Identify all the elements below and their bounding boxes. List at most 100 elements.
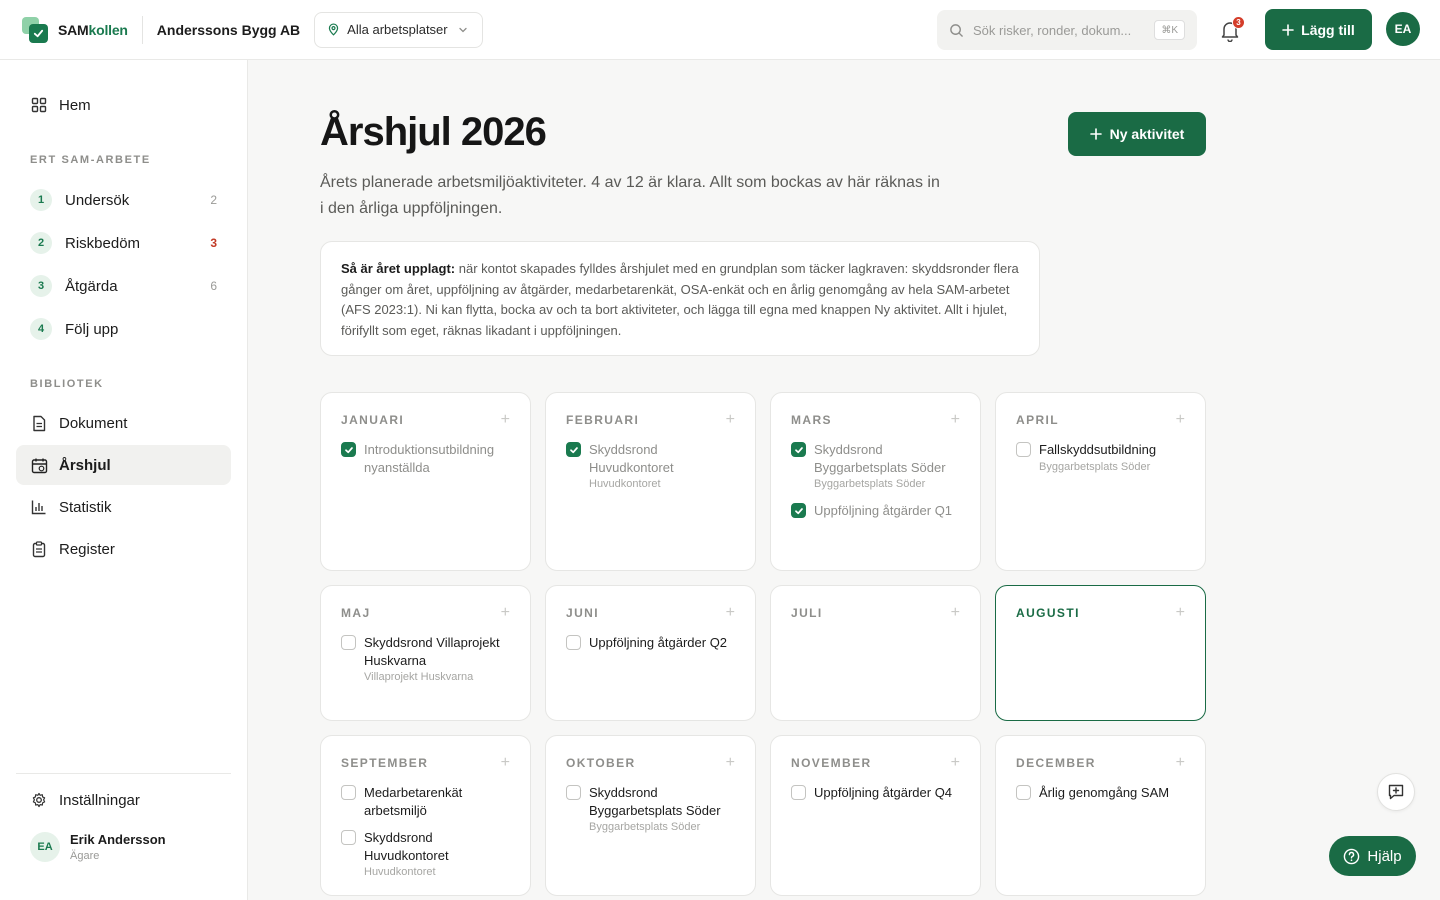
divider [16,773,231,774]
gear-icon [30,791,48,809]
sidebar-item-undersok[interactable]: 1 Undersök 2 [16,180,231,220]
workplace-select[interactable]: Alla arbetsplatser [314,11,483,48]
activity-item[interactable]: Uppföljning åtgärder Q1 [791,502,960,520]
sidebar-item-label: Register [59,540,115,558]
document-icon [30,414,48,432]
activity-checkbox[interactable] [341,785,356,800]
add-button-label: Lägg till [1301,21,1355,38]
sidebar-item-folj-upp[interactable]: 4 Följ upp [16,309,231,349]
activity-checkbox[interactable] [1016,442,1031,457]
activity-location: Huvudkontoret [589,478,661,490]
location-pin-icon [328,23,339,36]
add-activity-plus-icon[interactable]: + [501,755,510,771]
sidebar-item-register[interactable]: Register [16,529,231,569]
activity-item[interactable]: Fallskyddsutbildning Byggarbetsplats Söde… [1016,441,1185,475]
add-activity-plus-icon[interactable]: + [951,412,960,428]
activity-item[interactable]: Medarbetarenkät arbetsmiljö [341,784,510,819]
step-count: 2 [210,193,217,207]
activity-title: Fallskyddsutbildning [1039,442,1157,457]
month-card: DECEMBER + Årlig genomgång SAM [995,735,1206,896]
activity-checkbox[interactable] [341,635,356,650]
month-header: NOVEMBER + [791,755,960,771]
month-name: SEPTEMBER [341,756,429,770]
add-activity-plus-icon[interactable]: + [1176,412,1185,428]
activity-checkbox[interactable] [1016,785,1031,800]
add-activity-plus-icon[interactable]: + [1176,755,1185,771]
month-name: OKTOBER [566,756,636,770]
help-label: Hjälp [1367,847,1402,865]
activity-checkbox[interactable] [566,442,581,457]
new-activity-label: Ny aktivitet [1109,126,1185,142]
add-activity-plus-icon[interactable]: + [501,605,510,621]
add-activity-plus-icon[interactable]: + [501,412,510,428]
sidebar-item-atgarda[interactable]: 3 Åtgärda 6 [16,266,231,306]
activity-item[interactable]: Skyddsrond Villaprojekt Huskvarna Villapr… [341,634,510,685]
new-activity-button[interactable]: Ny aktivitet [1068,112,1206,156]
activity-title: Skyddsrond Villaprojekt Huskvarna [364,635,500,668]
user-avatar[interactable]: EA [1386,12,1420,46]
sidebar-item-riskbedom[interactable]: 2 Riskbedöm 3 [16,223,231,263]
activity-title: Medarbetarenkät arbetsmiljö [364,785,463,818]
activity-title: Skyddsrond Huvudkontoret [589,442,674,475]
activity-item[interactable]: Skyddsrond Byggarbetsplats Söder Byggarbe… [791,441,960,492]
activity-item[interactable]: Skyddsrond Huvudkontoret Huvudkontoret [566,441,735,492]
activity-item[interactable]: Uppföljning åtgärder Q4 [791,784,960,802]
user-role: Ägare [70,850,100,862]
feedback-button[interactable] [1377,773,1415,811]
workplace-select-value: Alla arbetsplatser [347,22,448,37]
add-activity-plus-icon[interactable]: + [726,412,735,428]
month-name: DECEMBER [1016,756,1096,770]
activity-title: Skyddsrond Byggarbetsplats Söder [814,442,946,475]
month-card: JANUARI + Introduktionsutbildning nyanstäl… [320,392,531,571]
search-box[interactable]: ⌘K [937,10,1197,50]
activity-checkbox[interactable] [791,503,806,518]
activity-checkbox[interactable] [791,442,806,457]
activity-title: Uppföljning åtgärder Q4 [814,785,953,800]
search-input[interactable] [973,22,1143,38]
activity-checkbox[interactable] [791,785,806,800]
sidebar-item-home[interactable]: Hem [16,85,231,125]
sidebar-item-dokument[interactable]: Dokument [16,403,231,443]
sidebar-item-label: Åtgärda [65,277,118,295]
month-card: OKTOBER + Skyddsrond Byggarbetsplats Söder… [545,735,756,896]
app-logo[interactable]: SAMkollen [22,16,128,43]
activity-item[interactable]: Årlig genomgång SAM [1016,784,1185,802]
month-name: MARS [791,413,832,427]
sidebar-item-label: Inställningar [59,791,140,809]
activity-item[interactable]: Skyddsrond Byggarbetsplats Söder Byggarbe… [566,784,735,835]
add-activity-plus-icon[interactable]: + [951,755,960,771]
plus-icon [1089,128,1102,140]
notifications-button[interactable]: 3 [1220,16,1245,42]
activity-checkbox[interactable] [341,830,356,845]
add-activity-plus-icon[interactable]: + [726,755,735,771]
step-number: 2 [30,232,52,254]
month-card: MARS + Skyddsrond Byggarbetsplats Söder Byg… [770,392,981,571]
search-icon [950,23,963,37]
activity-item[interactable]: Uppföljning åtgärder Q2 [566,634,735,652]
grid-icon [30,96,48,114]
activity-checkbox[interactable] [566,635,581,650]
section-label-sam: ERT SAM-ARBETE [30,154,151,166]
sidebar-item-settings[interactable]: Inställningar [16,780,231,820]
activity-location: Byggarbetsplats Söder [1039,460,1151,473]
add-button[interactable]: Lägg till [1265,9,1372,50]
add-activity-plus-icon[interactable]: + [726,605,735,621]
month-card: AUGUSTI + [995,585,1206,721]
help-button[interactable]: Hjälp [1329,836,1416,876]
activity-item[interactable]: Introduktionsutbildning nyanställda [341,441,510,476]
app-name: SAMkollen [58,21,128,38]
sidebar-item-arshjul[interactable]: Årshjul [16,445,231,485]
add-activity-plus-icon[interactable]: + [1176,605,1185,621]
notification-badge: 3 [1232,16,1245,29]
activity-item[interactable]: Skyddsrond Huvudkontoret Huvudkontoret [341,829,510,880]
activity-location: Byggarbetsplats Söder [814,478,926,490]
activity-checkbox[interactable] [566,785,581,800]
month-header: OKTOBER + [566,755,735,771]
sidebar-item-statistik[interactable]: Statistik [16,487,231,527]
add-activity-plus-icon[interactable]: + [951,605,960,621]
month-name: FEBRUARI [566,413,640,427]
month-card: MAJ + Skyddsrond Villaprojekt Huskvarna Vil… [320,585,531,721]
check-icon [794,507,803,514]
user-profile[interactable]: EA Erik Andersson Ägare [30,832,166,862]
activity-checkbox[interactable] [341,442,356,457]
